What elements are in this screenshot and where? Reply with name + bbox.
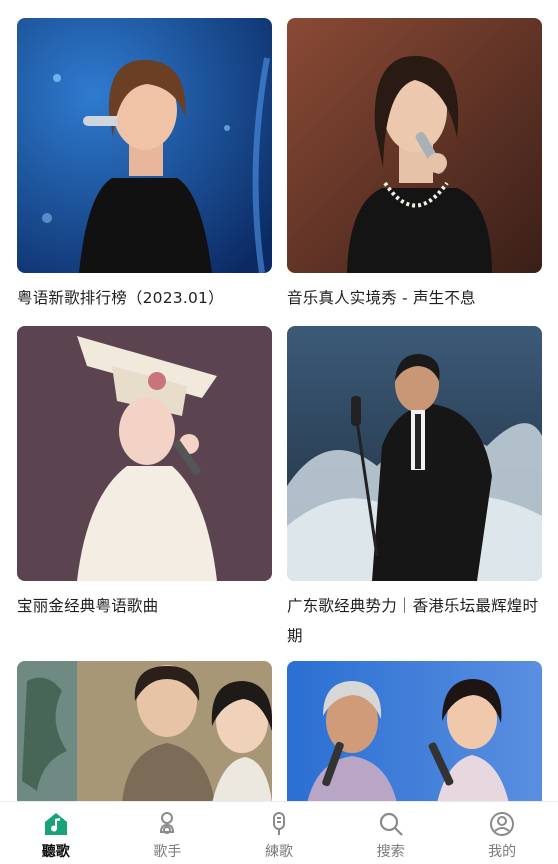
playlist-cover-image[interactable] (287, 661, 542, 803)
playlist-card[interactable] (17, 661, 272, 803)
playlist-cover-image[interactable] (287, 326, 542, 581)
playlist-cover-image[interactable] (17, 326, 272, 581)
tab-profile[interactable]: 我的 (446, 802, 558, 864)
playlist-cover-image[interactable] (17, 661, 272, 803)
tab-search[interactable]: 搜索 (335, 802, 447, 864)
tab-label: 歌手 (153, 844, 182, 860)
playlist-card[interactable]: 广东歌经典势力｜香港乐坛最辉煌时期 (287, 326, 542, 651)
playlist-title: 宝丽金经典粤语歌曲 (17, 597, 159, 615)
singer-icon (153, 810, 181, 838)
playlist-title: 音乐真人实境秀 - 声生不息 (287, 289, 476, 307)
tab-singers[interactable]: 歌手 (112, 802, 224, 864)
playlist-title: 粤语新歌排行榜（2023.01） (17, 289, 224, 307)
playlist-card[interactable] (287, 661, 542, 803)
playlist-card[interactable]: 音乐真人实境秀 - 声生不息 (287, 18, 542, 313)
tab-label: 搜索 (376, 844, 405, 860)
playlist-cover-image[interactable] (17, 18, 272, 273)
tab-label: 聽歌 (41, 844, 70, 860)
profile-icon (488, 810, 516, 838)
playlist-card[interactable]: 宝丽金经典粤语歌曲 (17, 326, 272, 621)
playlist-card[interactable]: 粤语新歌排行榜（2023.01） (17, 18, 272, 313)
tab-practice[interactable]: 練歌 (223, 802, 335, 864)
tab-label: 練歌 (264, 844, 293, 860)
search-icon (377, 810, 405, 838)
tab-label: 我的 (488, 844, 517, 860)
tab-listen[interactable]: 聽歌 (0, 802, 112, 864)
music-note-icon (42, 810, 70, 838)
microphone-icon (265, 810, 293, 838)
playlist-title: 广东歌经典势力｜香港乐坛最辉煌时期 (287, 597, 539, 645)
bottom-tab-bar: 聽歌 歌手 練歌 搜索 我的 (0, 801, 558, 864)
playlist-cover-image[interactable] (287, 18, 542, 273)
